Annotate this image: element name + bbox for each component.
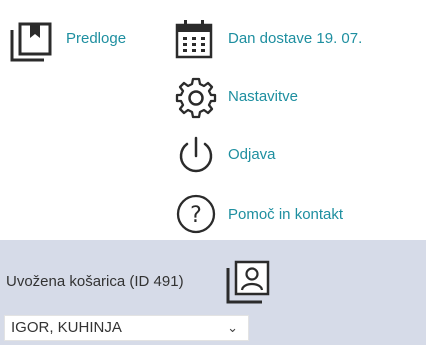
location-select-value: IGOR, KUHINJA <box>11 319 122 336</box>
svg-text:?: ? <box>190 203 202 228</box>
logout-link[interactable]: Odjava <box>228 146 276 163</box>
chevron-down-icon: ⌄ <box>227 320 238 335</box>
question-circle-icon[interactable]: ? <box>174 192 218 236</box>
location-select[interactable]: IGOR, KUHINJA ⌄ <box>4 315 249 341</box>
calendar-icon[interactable] <box>174 18 214 60</box>
settings-link[interactable]: Nastavitve <box>228 88 298 105</box>
cart-panel: Uvožena košarica (ID 491) IGOR, KUHINJA … <box>0 240 426 345</box>
user-contact-card-icon[interactable] <box>226 258 274 304</box>
gear-icon[interactable] <box>174 76 218 120</box>
delivery-date-link[interactable]: Dan dostave 19. 07. <box>228 30 362 47</box>
templates-link[interactable]: Predloge <box>66 30 126 47</box>
power-icon[interactable] <box>174 134 218 178</box>
bookmark-book-icon[interactable] <box>10 18 58 62</box>
imported-cart-label: Uvožena košarica (ID 491) <box>6 273 184 290</box>
help-contact-link[interactable]: Pomoč in kontakt <box>228 206 343 223</box>
user-menu-panel: Predloge Dan dostave 19. 07. Nastavitve … <box>0 0 426 345</box>
